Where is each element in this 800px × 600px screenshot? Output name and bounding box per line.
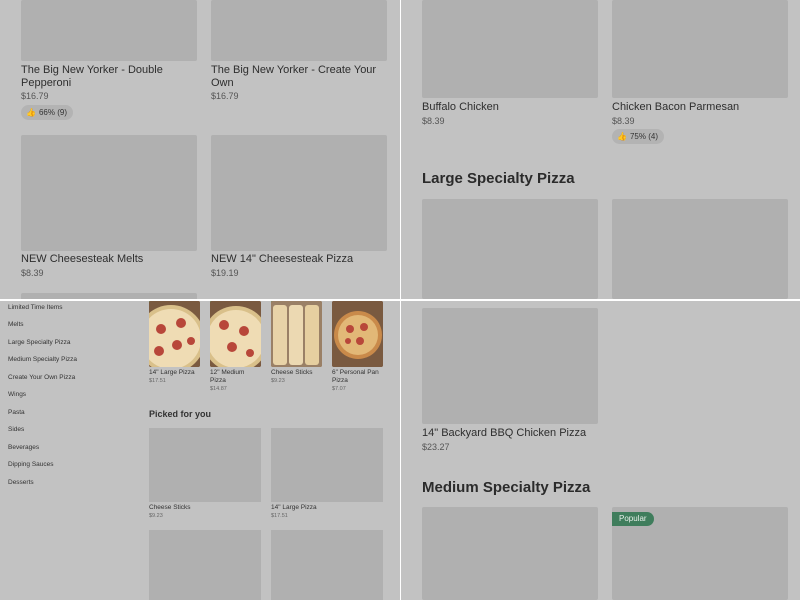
pizza-image <box>149 301 200 367</box>
featured-item-card[interactable]: Cheese Sticks $9.23 <box>271 301 322 396</box>
picked-item-name: 14" Large Pizza <box>271 504 317 511</box>
picked-item-card[interactable]: 14" Large Pizza $17.51 <box>271 428 383 523</box>
item-image-placeholder[interactable] <box>422 199 598 299</box>
item-name: NEW Cheesesteak Melts <box>21 253 144 265</box>
sidebar-item-beverages[interactable]: Beverages <box>8 444 39 451</box>
item-name: The Big New Yorker - Create Your Own <box>211 64 377 89</box>
item-name: Buffalo Chicken <box>422 101 499 113</box>
sidebar-item-large-specialty-pizza[interactable]: Large Specialty Pizza <box>8 339 71 346</box>
item-image-placeholder <box>422 308 598 424</box>
picked-item-name: Cheese Sticks <box>149 504 191 511</box>
featured-item-name: 6" Personal Pan Pizza <box>332 369 379 384</box>
menu-item-card[interactable]: 14" Backyard BBQ Chicken Pizza $23.27 <box>422 308 598 458</box>
sidebar-item-limited-time-items[interactable]: Limited Time Items <box>8 304 63 311</box>
sidebar-item-wings[interactable]: Wings <box>8 391 26 398</box>
pizza-image-svg <box>210 301 261 367</box>
sidebar-item-create-your-own-pizza[interactable]: Create Your Own Pizza <box>8 374 75 381</box>
item-image-placeholder <box>211 135 387 251</box>
featured-item-price: $9.23 <box>271 378 285 384</box>
cheese-sticks-svg <box>271 301 322 367</box>
thumbs-up-icon: 👍 <box>617 132 627 141</box>
menu-panel-bottom-left: Limited Time Items Melts Large Specialty… <box>0 301 400 600</box>
item-image-placeholder <box>21 135 197 251</box>
item-image-placeholder <box>422 0 598 98</box>
featured-item-price: $17.51 <box>149 378 166 384</box>
item-image-placeholder[interactable] <box>612 199 788 299</box>
menu-item-card[interactable]: Chicken Bacon Parmesan $8.39 👍 75% (4) <box>612 0 788 145</box>
menu-item-card[interactable]: NEW 14" Cheesesteak Pizza $19.19 <box>211 135 387 280</box>
item-price: $8.39 <box>612 116 635 126</box>
item-price: $8.39 <box>21 268 44 278</box>
menu-item-card[interactable]: The Big New Yorker - Create Your Own $16… <box>211 0 387 110</box>
sidebar-item-pasta[interactable]: Pasta <box>8 409 25 416</box>
featured-item-name: Cheese Sticks <box>271 369 313 376</box>
section-title: Medium Specialty Pizza <box>422 479 591 496</box>
pizza-image <box>210 301 261 367</box>
item-image-placeholder[interactable] <box>271 530 383 600</box>
rating-badge: 👍 75% (4) <box>612 129 664 144</box>
rating-text: 66% (9) <box>38 108 67 117</box>
item-price: $16.79 <box>21 91 49 101</box>
sidebar-item-dipping-sauces[interactable]: Dipping Sauces <box>8 461 54 468</box>
item-image-placeholder[interactable] <box>149 530 261 600</box>
item-image-placeholder <box>211 0 387 61</box>
item-image-placeholder <box>612 0 788 98</box>
menu-panel-top-right: Buffalo Chicken $8.39 Chicken Bacon Parm… <box>401 0 800 299</box>
picked-item-card[interactable]: Cheese Sticks $9.23 <box>149 428 261 523</box>
popular-badge: Popular <box>612 512 654 526</box>
item-name: NEW 14" Cheesesteak Pizza <box>211 253 354 265</box>
featured-item-card[interactable]: 6" Personal Pan Pizza $7.07 <box>332 301 383 396</box>
sidebar-item-sides[interactable]: Sides <box>8 426 24 433</box>
menu-item-card[interactable]: Buffalo Chicken $8.39 <box>422 0 598 130</box>
item-price: $8.39 <box>422 116 445 126</box>
item-price: $23.27 <box>422 442 450 452</box>
rating-text: 75% (4) <box>629 132 658 141</box>
menu-item-card[interactable]: The Big New Yorker - Double Pepperoni $1… <box>21 0 197 125</box>
sidebar-item-desserts[interactable]: Desserts <box>8 479 34 486</box>
item-image-placeholder <box>271 428 383 502</box>
featured-item-price: $7.07 <box>332 386 346 392</box>
item-name: The Big New Yorker - Double Pepperoni <box>21 64 163 89</box>
section-title: Large Specialty Pizza <box>422 170 575 187</box>
item-price: $19.19 <box>211 268 239 278</box>
menu-panel-top-left: The Big New Yorker - Double Pepperoni $1… <box>0 0 400 299</box>
item-price: $16.79 <box>211 91 239 101</box>
rating-badge: 👍 66% (9) <box>21 105 73 120</box>
item-name: 14" Backyard BBQ Chicken Pizza <box>422 427 587 439</box>
sidebar-item-medium-specialty-pizza[interactable]: Medium Specialty Pizza <box>8 356 77 363</box>
featured-item-name: 12" Medium Pizza <box>210 369 245 384</box>
item-image-placeholder <box>149 428 261 502</box>
thumbs-up-icon: 👍 <box>26 108 36 117</box>
featured-item-name: 14" Large Pizza <box>149 369 195 376</box>
item-image-placeholder[interactable] <box>422 507 598 600</box>
pizza-image-svg <box>332 301 383 367</box>
featured-item-price: $14.87 <box>210 386 227 392</box>
divider-horizontal <box>0 299 800 301</box>
pizza-image <box>332 301 383 367</box>
pizza-image-svg <box>149 301 200 367</box>
featured-item-card[interactable]: 12" Medium Pizza $14.87 <box>210 301 261 396</box>
cheese-sticks-image <box>271 301 322 367</box>
item-name: Chicken Bacon Parmesan <box>612 101 740 113</box>
menu-item-card[interactable]: NEW Cheesesteak Melts $8.39 <box>21 135 197 280</box>
picked-for-you-title: Picked for you <box>149 409 212 419</box>
picked-item-price: $9.23 <box>149 513 163 519</box>
picked-item-price: $17.51 <box>271 513 288 519</box>
menu-panel-bottom-right: 14" Backyard BBQ Chicken Pizza $23.27 Me… <box>401 301 800 600</box>
featured-item-card[interactable]: 14" Large Pizza $17.51 <box>149 301 200 396</box>
sidebar-item-melts[interactable]: Melts <box>8 321 24 328</box>
item-image-placeholder <box>21 0 197 61</box>
